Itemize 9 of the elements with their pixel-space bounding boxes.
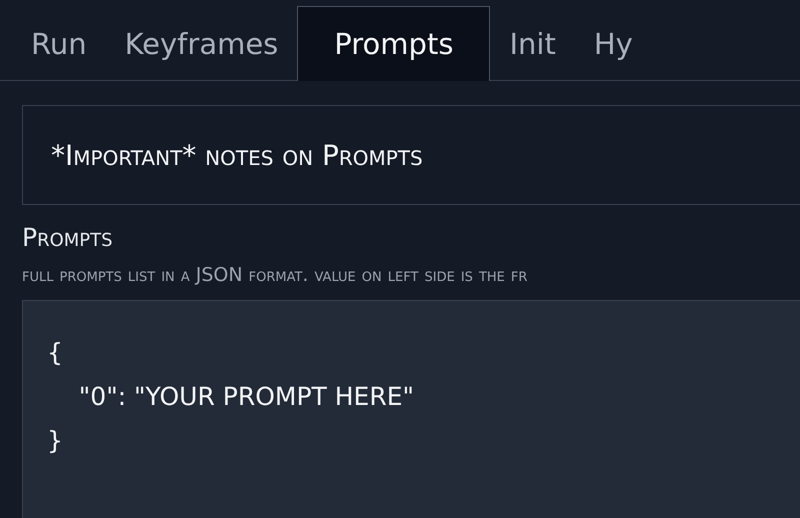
field-description: full prompts list in a JSON format. value on left side is the fr	[22, 264, 528, 286]
accordion-header[interactable]: *Important* notes on Prompts	[22, 105, 800, 205]
tab[interactable]: Init	[490, 6, 575, 81]
prompts-input-field[interactable]: { "0": "YOUR PROMPT HERE" }	[22, 300, 800, 518]
tab[interactable]: Prompts	[297, 6, 490, 81]
field-label: Prompts	[22, 223, 114, 252]
tab[interactable]: Run	[12, 6, 106, 81]
tab[interactable]: Hy	[574, 6, 652, 81]
tab[interactable]: Keyframes	[106, 6, 298, 81]
